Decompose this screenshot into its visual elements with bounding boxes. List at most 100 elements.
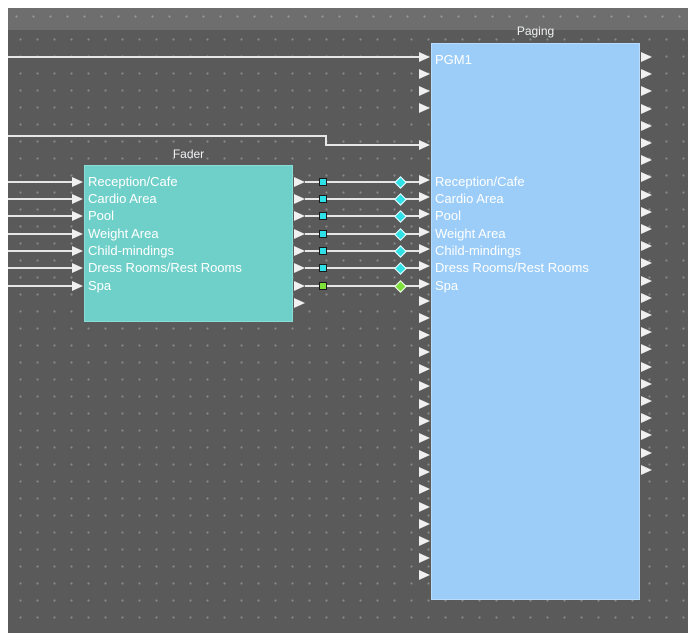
paging-input-weight-area: Weight Area: [435, 226, 506, 241]
paging-output-port[interactable]: [641, 464, 652, 475]
paging-input-port[interactable]: [419, 484, 430, 494]
paging-input-port[interactable]: [419, 416, 430, 426]
paging-output-port[interactable]: [641, 413, 652, 424]
paging-output-port[interactable]: [641, 378, 652, 389]
fader-input-port[interactable]: [72, 263, 83, 273]
paging-input-port[interactable]: [419, 261, 430, 271]
paging-output-port[interactable]: [641, 138, 652, 148]
fader-output-port[interactable]: [294, 246, 305, 256]
paging-output-port[interactable]: [641, 258, 652, 269]
paging-output-port[interactable]: [641, 327, 652, 338]
fader-input-port[interactable]: [72, 177, 83, 187]
fader-input-child-mindings: Child-mindings: [88, 243, 174, 258]
paging-output-port[interactable]: [641, 189, 652, 200]
paging-output-port[interactable]: [641, 292, 652, 303]
paging-input-port[interactable]: [419, 279, 430, 289]
paging-input-port[interactable]: [419, 399, 430, 409]
paging-input-child-mindings: Child-mindings: [435, 243, 521, 258]
paging-input-port[interactable]: [419, 450, 430, 460]
fader-input-weight-area: Weight Area: [88, 226, 159, 241]
paging-input-reception-cafe: Reception/Cafe: [435, 174, 525, 189]
fader-output-port[interactable]: [294, 281, 305, 291]
paging-input-port[interactable]: [419, 519, 430, 529]
connector-node[interactable]: [319, 247, 327, 255]
paging-input-port[interactable]: [419, 381, 430, 391]
fader-input-cardio-area: Cardio Area: [88, 191, 157, 206]
paging-input-port[interactable]: [419, 553, 430, 563]
paging-input-port[interactable]: [419, 296, 430, 306]
connector-node[interactable]: [319, 212, 327, 220]
fader-input-dress-rooms: Dress Rooms/Rest Rooms: [88, 260, 242, 275]
paging-input-port[interactable]: [419, 175, 430, 185]
wire: [8, 250, 72, 252]
paging-input-port[interactable]: [419, 433, 430, 443]
paging-input-port[interactable]: [419, 570, 430, 580]
paging-input-pgm1: PGM1: [435, 52, 472, 67]
fader-block-title: Fader: [172, 147, 205, 161]
fader-input-port[interactable]: [72, 194, 83, 204]
paging-output-port[interactable]: [641, 155, 652, 166]
fader-output-port[interactable]: [294, 298, 305, 308]
fader-output-port[interactable]: [294, 211, 305, 221]
fader-output-port[interactable]: [294, 229, 305, 239]
connector-node[interactable]: [319, 230, 327, 238]
fader-input-pool: Pool: [88, 208, 115, 223]
fader-input-port[interactable]: [72, 211, 83, 221]
paging-input-port[interactable]: [419, 364, 430, 374]
wire: [8, 285, 72, 287]
paging-output-port[interactable]: [641, 224, 652, 234]
fader-input-port[interactable]: [72, 246, 83, 256]
fader-output-port[interactable]: [294, 177, 305, 187]
paging-input-dress-rooms: Dress Rooms/Rest Rooms: [435, 260, 589, 275]
paging-block-title: Paging: [516, 24, 555, 38]
paging-output-port[interactable]: [641, 344, 652, 355]
paging-input-port[interactable]: [419, 330, 430, 340]
paging-input-port[interactable]: [419, 313, 430, 323]
paging-output-port[interactable]: [641, 310, 652, 320]
connector-node[interactable]: [319, 195, 327, 203]
paging-input-pool: Pool: [435, 208, 462, 223]
paging-output-port[interactable]: [641, 361, 652, 372]
paging-block[interactable]: [431, 43, 640, 600]
paging-output-port[interactable]: [641, 430, 652, 441]
connector-node-green[interactable]: [319, 282, 327, 290]
fader-input-port[interactable]: [72, 281, 83, 291]
wire: [8, 181, 72, 183]
wire: [325, 144, 419, 146]
paging-input-port[interactable]: [419, 502, 430, 512]
paging-output-port[interactable]: [641, 52, 652, 62]
fader-input-reception-cafe: Reception/Cafe: [88, 174, 178, 189]
paging-output-port[interactable]: [641, 447, 652, 458]
fader-output-port[interactable]: [294, 263, 305, 273]
paging-input-port[interactable]: [419, 103, 430, 113]
paging-input-port[interactable]: [419, 227, 430, 237]
paging-output-port[interactable]: [641, 172, 652, 183]
paging-output-port[interactable]: [641, 103, 652, 114]
paging-input-port[interactable]: [419, 347, 430, 357]
paging-input-port[interactable]: [419, 86, 430, 96]
paging-input-port[interactable]: [419, 467, 430, 477]
fader-input-spa: Spa: [88, 278, 112, 293]
connector-node[interactable]: [319, 178, 327, 186]
paging-output-port[interactable]: [641, 120, 652, 131]
paging-input-port[interactable]: [419, 536, 430, 546]
connector-node[interactable]: [319, 264, 327, 272]
paging-input-port[interactable]: [419, 52, 430, 62]
fader-output-port[interactable]: [294, 194, 305, 204]
fader-input-port[interactable]: [72, 229, 83, 239]
wire: [8, 56, 419, 58]
paging-input-cardio-area: Cardio Area: [435, 191, 504, 206]
paging-output-port[interactable]: [641, 241, 652, 252]
wire: [8, 233, 72, 235]
paging-output-port[interactable]: [641, 206, 652, 217]
paging-output-port[interactable]: [641, 69, 652, 80]
paging-output-port[interactable]: [641, 86, 652, 97]
paging-output-port[interactable]: [641, 396, 652, 406]
paging-output-port[interactable]: [641, 275, 652, 286]
paging-input-spa: Spa: [435, 278, 459, 293]
paging-input-port[interactable]: [419, 140, 430, 150]
paging-input-port[interactable]: [419, 69, 430, 79]
paging-input-port[interactable]: [419, 244, 430, 254]
paging-input-port[interactable]: [419, 209, 430, 219]
paging-input-port[interactable]: [419, 192, 430, 202]
